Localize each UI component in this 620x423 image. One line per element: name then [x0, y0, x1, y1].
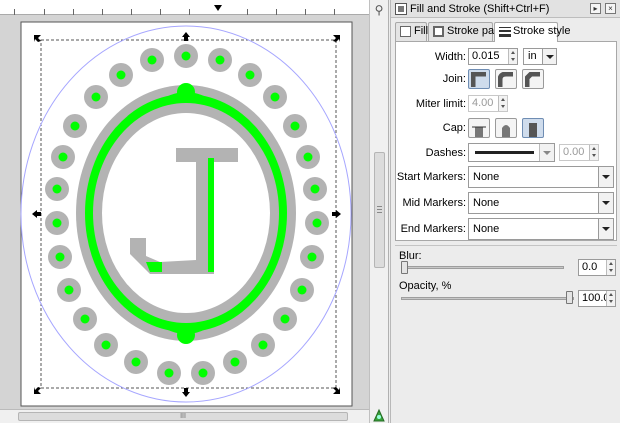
- start-markers-select[interactable]: None: [468, 166, 614, 188]
- start-markers-value: None: [473, 171, 500, 183]
- close-panel-button[interactable]: ×: [605, 3, 616, 14]
- start-markers-dropdown-arrow[interactable]: [598, 167, 613, 187]
- horizontal-scroll-thumb[interactable]: III: [18, 412, 348, 421]
- iconify-button[interactable]: ▸: [590, 3, 601, 14]
- end-markers-dropdown-arrow[interactable]: [598, 219, 613, 239]
- join-round-button[interactable]: [495, 69, 517, 89]
- blur-spin-arrows[interactable]: [606, 260, 615, 275]
- cap-butt-button[interactable]: [468, 118, 490, 138]
- tab-stroke-style[interactable]: Stroke style: [494, 22, 570, 42]
- miter-limit-value: 4.00: [472, 97, 494, 109]
- miter-limit-label: Miter limit:: [415, 98, 466, 110]
- dash-pattern-select[interactable]: [468, 143, 555, 162]
- width-value: 0.015: [472, 50, 500, 62]
- end-markers-select[interactable]: None: [468, 218, 614, 240]
- mid-markers-label: Mid Markers:: [402, 197, 466, 209]
- blur-spinbox[interactable]: 0.0: [578, 259, 616, 276]
- blur-slider-track[interactable]: [401, 266, 564, 269]
- width-spinbox[interactable]: 0.015: [468, 48, 518, 65]
- green-top-knob: [177, 83, 195, 101]
- width-label: Width:: [434, 51, 466, 63]
- unit-select[interactable]: in: [523, 48, 557, 65]
- opacity-slider-track[interactable]: [401, 297, 574, 300]
- stroke-style-tab-icon: [499, 26, 511, 37]
- join-label: Join:: [442, 73, 466, 85]
- green-bottom-knob: [177, 326, 195, 344]
- tab-stroke-paint[interactable]: Stroke paint: [428, 22, 506, 41]
- unit-dropdown-arrow[interactable]: [542, 49, 556, 64]
- fill-stroke-icon: [395, 3, 407, 15]
- miter-limit-spinbox[interactable]: 4.00: [468, 95, 508, 112]
- drawing-canvas[interactable]: [0, 15, 369, 409]
- separator: [395, 245, 617, 246]
- cap-label: Cap:: [442, 122, 466, 134]
- stroke-paint-tab-icon: [433, 26, 444, 37]
- canvas-area[interactable]: III: [0, 0, 369, 423]
- vertical-scroll-thumb[interactable]: [374, 152, 385, 268]
- unit-value: in: [528, 50, 537, 62]
- dash-pattern-preview: [475, 151, 534, 154]
- opacity-spinbox[interactable]: 100.0: [578, 290, 616, 307]
- opacity-spin-arrows[interactable]: [606, 291, 615, 306]
- tab-stroke-style-label: Stroke style: [513, 25, 571, 37]
- blur-value: 0.0: [582, 261, 598, 273]
- ruler-position-marker: [214, 5, 222, 11]
- dashes-label: Dashes:: [425, 147, 466, 159]
- miter-spin-arrows[interactable]: [498, 96, 507, 111]
- dash-dropdown-arrow[interactable]: [539, 144, 554, 161]
- horizontal-ruler: [0, 0, 369, 15]
- start-markers-label: Start Markers:: [396, 171, 466, 183]
- mid-markers-select[interactable]: None: [468, 192, 614, 214]
- dash-offset-spinbox[interactable]: 0.00: [559, 144, 599, 161]
- vertical-scrollbar[interactable]: [369, 0, 389, 423]
- horizontal-scrollbar[interactable]: III: [0, 409, 369, 423]
- fill-and-stroke-panel: Fill and Stroke (Shift+Ctrl+F) ▸ × Fill …: [390, 0, 620, 423]
- color-management-icon[interactable]: [371, 407, 387, 423]
- scroll-grip-line: [377, 206, 382, 207]
- fill-tab-icon: [400, 26, 411, 37]
- frame-center: [102, 113, 270, 313]
- width-spin-arrows[interactable]: [508, 49, 517, 64]
- panel-titlebar[interactable]: Fill and Stroke (Shift+Ctrl+F) ▸ ×: [391, 0, 620, 18]
- end-markers-label: End Markers:: [400, 223, 466, 235]
- cap-round-button[interactable]: [495, 118, 517, 138]
- label-column: Width: Join: Miter limit: Cap: Dashes: S…: [396, 42, 466, 242]
- scroll-grip-line: [377, 212, 382, 213]
- opacity-slider-thumb[interactable]: [566, 291, 573, 304]
- stroke-style-content: Width: Join: Miter limit: Cap: Dashes: S…: [395, 41, 617, 241]
- zoom-icon[interactable]: ⚲: [371, 2, 387, 18]
- join-bevel-button[interactable]: [522, 69, 544, 89]
- end-markers-value: None: [473, 223, 500, 235]
- tab-fill-label: Fill: [414, 25, 429, 37]
- dash-offset-arrows[interactable]: [589, 145, 598, 160]
- scroll-grip-line: [377, 209, 382, 210]
- dash-offset-value: 0.00: [563, 146, 585, 158]
- opacity-label: Opacity, %: [399, 280, 452, 292]
- mid-markers-dropdown-arrow[interactable]: [598, 193, 613, 213]
- tab-fill[interactable]: Fill: [395, 22, 429, 41]
- mid-markers-value: None: [473, 197, 500, 209]
- blur-slider-thumb[interactable]: [401, 261, 408, 274]
- cap-square-button[interactable]: [522, 118, 544, 138]
- join-miter-button[interactable]: [468, 69, 490, 89]
- panel-tabs: Fill Stroke paint Stroke style: [395, 22, 617, 42]
- panel-title: Fill and Stroke (Shift+Ctrl+F): [410, 3, 550, 15]
